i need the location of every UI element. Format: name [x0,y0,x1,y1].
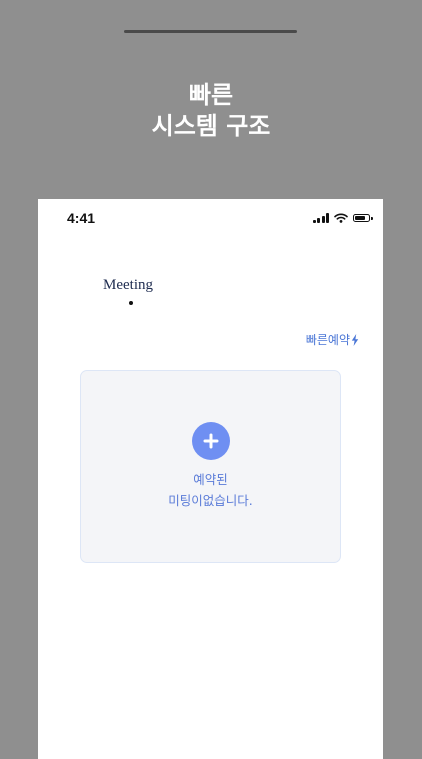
empty-meeting-card: 예약된 미팅이없습니다. [80,370,341,563]
app-brand-title: Meeting [103,277,153,293]
lightning-icon [351,333,359,346]
status-time: 4:41 [67,210,96,226]
add-meeting-button[interactable] [192,422,230,460]
cellular-signal-icon [312,213,329,223]
battery-icon [353,214,373,222]
top-divider [124,30,297,33]
phone-screen: 4:41 Meeting 빠른예약 예약된 미팅이없습니다. [38,199,383,759]
quick-booking-link[interactable]: 빠른예약 [306,331,359,348]
wifi-icon [334,213,348,223]
status-bar: 4:41 [38,199,383,239]
quick-booking-label: 빠른예약 [305,333,350,347]
brand-dot [129,301,133,305]
empty-state-line2: 미팅이없습니다. [168,493,253,508]
promo-headline: 빠른 시스템 구조 [0,80,422,142]
empty-state-line1: 예약된 [193,472,228,487]
status-icons [312,213,373,223]
empty-state-message: 예약된 미팅이없습니다. [81,469,340,511]
promo-headline-line1: 빠른 [188,81,234,109]
plus-icon [203,433,219,449]
promo-headline-line2: 시스템 구조 [151,112,271,140]
